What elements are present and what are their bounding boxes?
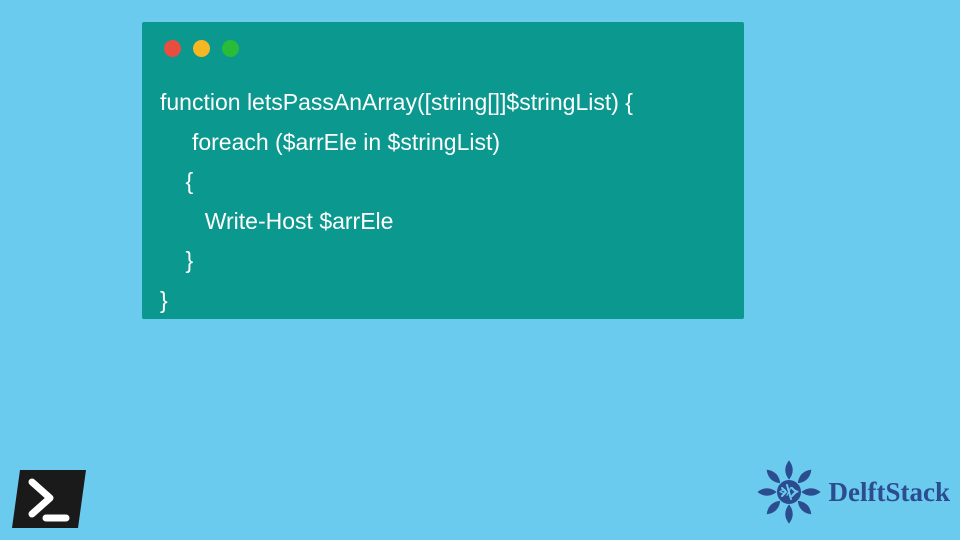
code-line: { — [160, 168, 193, 194]
code-line: } — [160, 287, 168, 313]
delftstack-logo: </> DelftStack — [753, 456, 950, 528]
maximize-icon — [222, 40, 239, 57]
minimize-icon — [193, 40, 210, 57]
code-line: } — [160, 247, 193, 273]
code-window: function letsPassAnArray([string[]]$stri… — [142, 22, 744, 319]
brand-name: DelftStack — [829, 477, 950, 508]
window-traffic-lights — [142, 22, 744, 57]
code-line: foreach ($arrEle in $stringList) — [160, 129, 500, 155]
svg-text:</>: </> — [779, 485, 799, 498]
code-line: function letsPassAnArray([string[]]$stri… — [160, 89, 633, 115]
close-icon — [164, 40, 181, 57]
code-line: Write-Host $arrEle — [160, 208, 393, 234]
powershell-icon — [10, 468, 88, 530]
code-block: function letsPassAnArray([string[]]$stri… — [142, 57, 744, 320]
delftstack-emblem-icon: </> — [753, 456, 825, 528]
